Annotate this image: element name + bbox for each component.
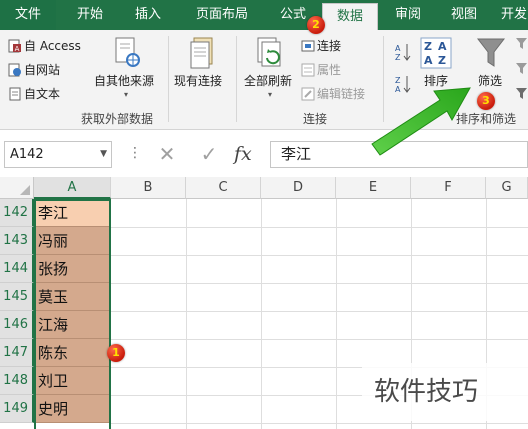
watermark-text: 软件技巧 xyxy=(362,363,528,421)
excel-window: 文件 开始 插入 页面布局 公式 数据 审阅 视图 开发 A 自 Access … xyxy=(0,0,528,429)
